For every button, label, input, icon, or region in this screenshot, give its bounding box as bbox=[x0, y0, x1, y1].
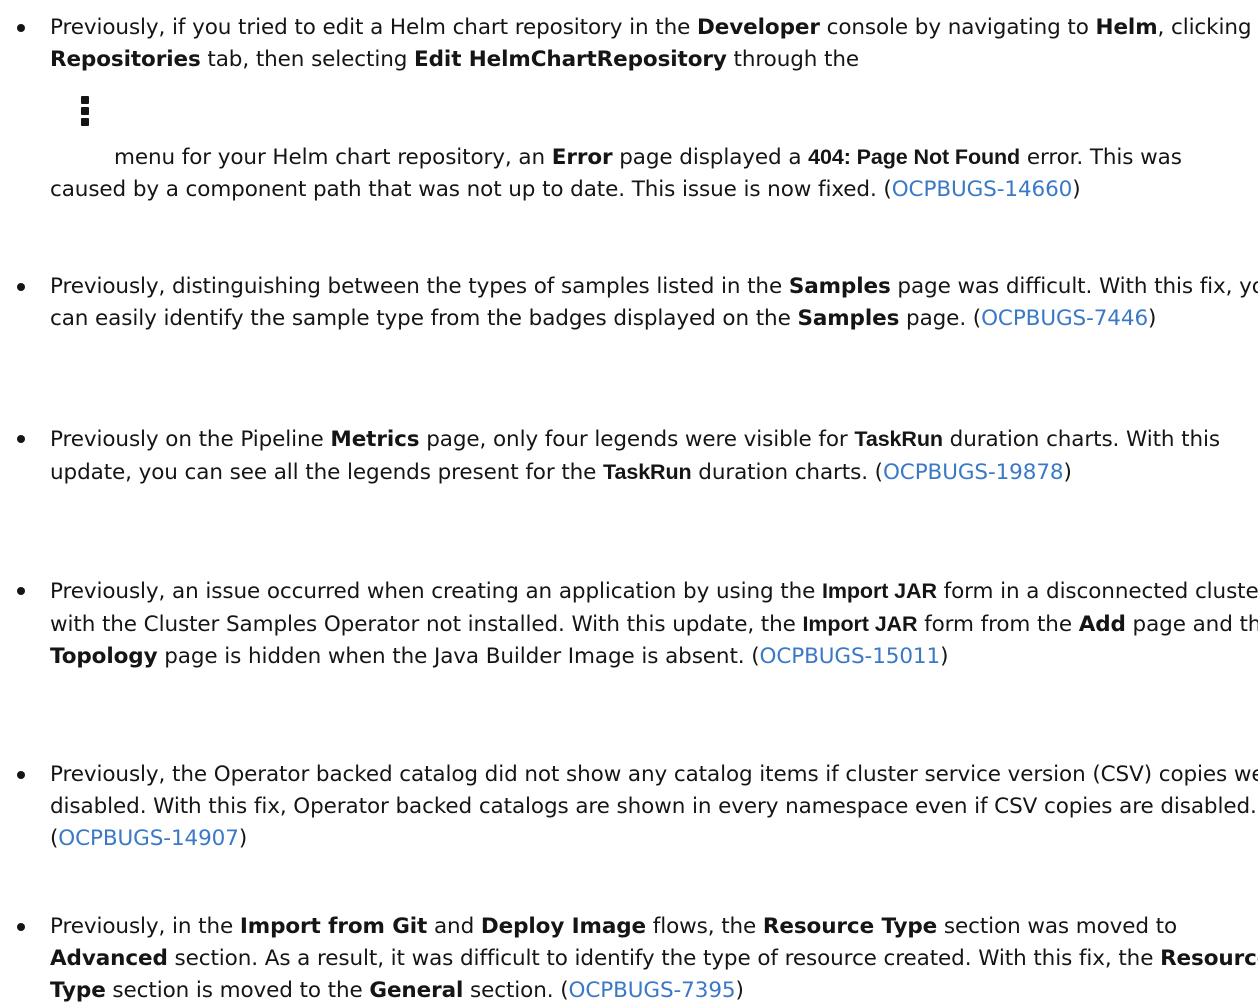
ui-term: TaskRun bbox=[603, 460, 692, 484]
text: Previously, an issue occurred when creat… bbox=[50, 579, 822, 604]
error-message: 404: Page Not Found bbox=[808, 145, 1020, 169]
list-item-continued: menu for your Helm chart repository, an … bbox=[50, 141, 1248, 206]
text: ) bbox=[1072, 177, 1080, 202]
bug-link[interactable]: OCPBUGS-19878 bbox=[883, 460, 1064, 485]
bullet-icon bbox=[17, 587, 25, 595]
ui-term: Topology bbox=[50, 644, 158, 669]
ui-term: Helm bbox=[1096, 15, 1158, 40]
text: ) bbox=[1148, 306, 1156, 331]
text: Previously, if you tried to edit a Helm … bbox=[50, 15, 697, 40]
ui-term: Import JAR bbox=[822, 579, 937, 603]
text: page. ( bbox=[899, 306, 981, 331]
ui-term: Samples bbox=[797, 306, 899, 331]
list-item: Previously, in the Import from Git and D… bbox=[0, 911, 1258, 1007]
bullet-icon bbox=[17, 283, 25, 291]
ui-term: Edit HelmChartRepository bbox=[414, 47, 727, 72]
list-item: Previously on the Pipeline Metrics page,… bbox=[0, 423, 1258, 489]
text: ) bbox=[239, 826, 247, 851]
text: , clicking the bbox=[1158, 15, 1258, 40]
text: Previously, in the bbox=[50, 914, 240, 939]
ui-term: Resource Type bbox=[763, 914, 937, 939]
text: menu for your Helm chart repository, an bbox=[114, 145, 552, 170]
bullet-icon bbox=[17, 435, 25, 443]
text: ) bbox=[1064, 460, 1072, 485]
bug-link[interactable]: OCPBUGS-15011 bbox=[760, 644, 941, 669]
text: through the bbox=[727, 47, 859, 72]
bullet-icon bbox=[17, 24, 25, 32]
ui-term: Developer bbox=[697, 15, 820, 40]
text: section is moved to the bbox=[106, 978, 370, 1003]
ui-term: Advanced bbox=[50, 946, 168, 971]
text: console by navigating to bbox=[820, 15, 1096, 40]
text: page and the bbox=[1126, 612, 1258, 637]
text: and bbox=[427, 914, 481, 939]
text: page is hidden when the Java Builder Ima… bbox=[158, 644, 760, 669]
bug-link[interactable]: OCPBUGS-14660 bbox=[892, 177, 1073, 202]
list-item: Previously, distinguishing between the t… bbox=[0, 271, 1258, 335]
ui-term: Deploy Image bbox=[481, 914, 646, 939]
text: duration charts. ( bbox=[692, 460, 883, 485]
ui-term: Import JAR bbox=[803, 612, 918, 636]
list-item: Previously, the Operator backed catalog … bbox=[0, 759, 1258, 855]
text: section. As a result, it was difficult t… bbox=[168, 946, 1160, 971]
list-item: Previously, an issue occurred when creat… bbox=[0, 575, 1258, 673]
ui-term: Samples bbox=[789, 274, 891, 299]
bullet-icon bbox=[17, 771, 25, 779]
text: Previously on the Pipeline bbox=[50, 427, 330, 452]
list-item: Previously, if you tried to edit a Helm … bbox=[0, 12, 1258, 76]
ui-term: General bbox=[369, 978, 463, 1003]
text: ) bbox=[940, 644, 948, 669]
release-notes-document: Previously, if you tried to edit a Helm … bbox=[0, 0, 1258, 994]
text: section. ( bbox=[463, 978, 568, 1003]
text: Previously, distinguishing between the t… bbox=[50, 274, 789, 299]
text: page displayed a bbox=[613, 145, 809, 170]
bug-link[interactable]: OCPBUGS-7446 bbox=[981, 306, 1148, 331]
ui-term: Error bbox=[552, 145, 613, 170]
text: page, only four legends were visible for bbox=[419, 427, 854, 452]
ui-term: Add bbox=[1079, 612, 1126, 637]
bullet-icon bbox=[17, 923, 25, 931]
text: section was moved to bbox=[937, 914, 1177, 939]
ui-term: TaskRun bbox=[854, 427, 943, 451]
text: flows, the bbox=[646, 914, 763, 939]
kebab-menu-icon bbox=[80, 96, 90, 132]
ui-term: Import from Git bbox=[240, 914, 427, 939]
bug-link[interactable]: OCPBUGS-14907 bbox=[58, 826, 239, 851]
text: form from the bbox=[917, 612, 1078, 637]
ui-term: Repositories bbox=[50, 47, 201, 72]
ui-term: Metrics bbox=[330, 427, 419, 452]
text: tab, then selecting bbox=[201, 47, 414, 72]
text: ) bbox=[736, 978, 744, 1003]
bug-link[interactable]: OCPBUGS-7395 bbox=[569, 978, 736, 1003]
